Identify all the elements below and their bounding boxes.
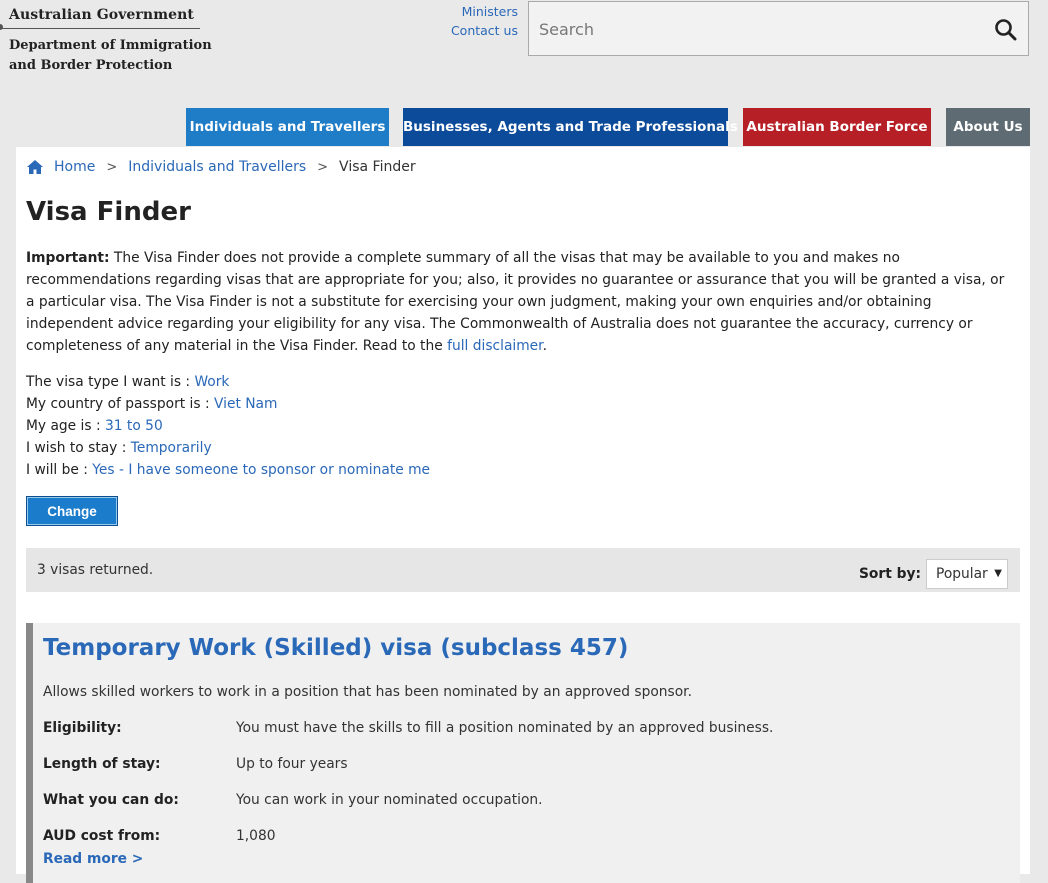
nav-about-us[interactable]: About Us bbox=[946, 108, 1030, 146]
department-line-1: Department of Immigration bbox=[9, 38, 212, 53]
criteria-visa-type: The visa type I want is : Work bbox=[26, 371, 430, 393]
sort-label: Sort by: bbox=[858, 566, 921, 582]
sort-selected-value: Popular bbox=[936, 566, 988, 582]
criteria-label: I wish to stay : bbox=[26, 440, 131, 456]
page-title: Visa Finder bbox=[26, 197, 191, 227]
row-key: AUD cost from: bbox=[43, 828, 161, 844]
breadcrumb-separator: > bbox=[106, 159, 118, 175]
nav-australian-border-force[interactable]: Australian Border Force bbox=[743, 108, 931, 146]
dropdown-caret-icon: ▼ bbox=[994, 568, 1002, 579]
row-value: Up to four years bbox=[236, 756, 348, 772]
breadcrumb-individuals[interactable]: Individuals and Travellers bbox=[128, 159, 306, 175]
breadcrumb-separator: > bbox=[317, 159, 329, 175]
row-value: You can work in your nominated occupatio… bbox=[236, 792, 543, 808]
row-key: Eligibility: bbox=[43, 720, 122, 736]
row-key: What you can do: bbox=[43, 792, 179, 808]
contact-us-link[interactable]: Contact us bbox=[451, 21, 518, 40]
search-criteria: The visa type I want is : Work My countr… bbox=[26, 371, 430, 481]
breadcrumb-current: Visa Finder bbox=[339, 159, 416, 175]
nav-individuals-and-travellers[interactable]: Individuals and Travellers bbox=[186, 108, 389, 146]
home-icon[interactable] bbox=[26, 159, 44, 175]
criteria-value-link[interactable]: 31 to 50 bbox=[105, 418, 163, 434]
criteria-label: The visa type I want is : bbox=[26, 374, 195, 390]
criteria-value-link[interactable]: Work bbox=[194, 374, 229, 390]
visa-description: Allows skilled workers to work in a posi… bbox=[43, 684, 692, 700]
criteria-label: My country of passport is : bbox=[26, 396, 214, 412]
criteria-age: My age is : 31 to 50 bbox=[26, 415, 430, 437]
utility-links: Ministers Contact us bbox=[451, 2, 518, 40]
breadcrumb-home[interactable]: Home bbox=[54, 159, 95, 175]
disclaimer: Important: The Visa Finder does not prov… bbox=[26, 247, 1016, 357]
search-input[interactable] bbox=[537, 2, 981, 57]
department-line-2: and Border Protection bbox=[9, 58, 173, 73]
results-bar: 3 visas returned. Sort by: Popular ▼ bbox=[26, 548, 1020, 592]
visa-title-link[interactable]: Temporary Work (Skilled) visa (subclass … bbox=[43, 635, 628, 661]
row-value: You must have the skills to fill a posit… bbox=[236, 720, 774, 736]
criteria-value-link[interactable]: Yes - I have someone to sponsor or nomin… bbox=[92, 462, 430, 478]
search-box bbox=[528, 1, 1029, 57]
criteria-label: My age is : bbox=[26, 418, 105, 434]
change-button[interactable]: Change bbox=[26, 496, 118, 526]
visa-result-card: Temporary Work (Skilled) visa (subclass … bbox=[26, 623, 1020, 883]
criteria-country: My country of passport is : Viet Nam bbox=[26, 393, 430, 415]
ministers-link[interactable]: Ministers bbox=[451, 2, 518, 21]
criteria-label: I will be : bbox=[26, 462, 93, 478]
department-name: Department of Immigration and Border Pro… bbox=[9, 36, 219, 76]
breadcrumb: Home > Individuals and Travellers > Visa… bbox=[26, 159, 416, 175]
criteria-value-link[interactable]: Viet Nam bbox=[214, 396, 277, 412]
logo-dot bbox=[0, 24, 3, 30]
criteria-stay: I wish to stay : Temporarily bbox=[26, 437, 430, 459]
criteria-value-link[interactable]: Temporarily bbox=[131, 440, 212, 456]
sort-select[interactable]: Popular ▼ bbox=[926, 559, 1008, 589]
full-disclaimer-link[interactable]: full disclaimer bbox=[447, 338, 542, 354]
search-icon[interactable] bbox=[994, 18, 1018, 42]
results-count: 3 visas returned. bbox=[37, 562, 154, 578]
disclaimer-end: . bbox=[542, 338, 547, 354]
row-value: 1,080 bbox=[236, 828, 276, 844]
gov-name: Australian Government bbox=[9, 7, 194, 23]
important-label: Important: bbox=[26, 250, 110, 266]
logo-divider bbox=[0, 28, 200, 29]
main-content: Home > Individuals and Travellers > Visa… bbox=[16, 147, 1030, 883]
read-more-link[interactable]: Read more > bbox=[43, 851, 143, 867]
criteria-sponsor: I will be : Yes - I have someone to spon… bbox=[26, 459, 430, 481]
row-key: Length of stay: bbox=[43, 756, 161, 772]
nav-businesses-agents[interactable]: Businesses, Agents and Trade Professiona… bbox=[403, 108, 738, 146]
